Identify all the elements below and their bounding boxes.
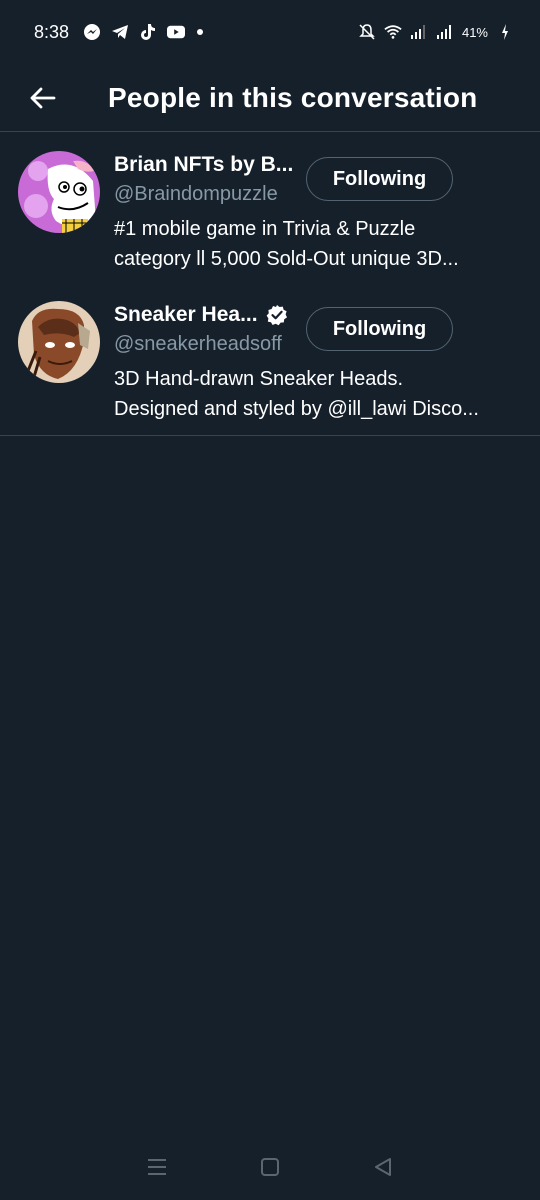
youtube-icon — [167, 23, 186, 41]
telegram-icon — [111, 23, 129, 41]
bio-line: category ll 5,000 Sold-Out unique 3D... — [114, 248, 459, 270]
user-list: Brian NFTs by B... @Braindompuzzle #1 mo… — [0, 133, 540, 436]
following-button[interactable]: Following — [306, 157, 453, 201]
user-bio: 3D Hand-drawn Sneaker Heads. Designed an… — [114, 364, 524, 424]
bio-line: Designed and styled by @ill_lawi Disco..… — [114, 398, 479, 420]
home-icon — [260, 1158, 279, 1176]
verified-badge-icon — [266, 304, 288, 326]
user-handle: @Braindompuzzle — [114, 183, 278, 205]
user-bio: #1 mobile game in Trivia & Puzzle catego… — [114, 214, 524, 274]
avatar[interactable] — [18, 151, 100, 233]
battery-charging-icon — [496, 23, 514, 41]
wifi-icon — [384, 23, 402, 41]
recents-button[interactable] — [137, 1147, 177, 1187]
header: People in this conversation — [0, 64, 540, 132]
back-nav-button[interactable] — [363, 1147, 403, 1187]
system-nav-bar — [0, 1134, 540, 1200]
mute-icon — [358, 23, 376, 41]
status-right: 41% — [358, 23, 514, 41]
status-time: 8:38 — [34, 21, 70, 42]
bio-line: 3D Hand-drawn Sneaker Heads. — [114, 368, 404, 390]
bio-line: #1 mobile game in Trivia & Puzzle — [114, 218, 416, 240]
user-row[interactable]: Brian NFTs by B... @Braindompuzzle #1 mo… — [0, 133, 540, 283]
messenger-icon — [83, 23, 101, 41]
signal-icon — [436, 23, 454, 41]
arrow-left-icon — [30, 87, 56, 108]
status-bar: 8:38 41% — [0, 0, 540, 64]
battery-percent: 41% — [461, 24, 488, 40]
back-button[interactable] — [14, 70, 70, 126]
display-name: Brian NFTs by B... — [114, 153, 294, 176]
display-name: Sneaker Hea... — [114, 303, 258, 326]
status-left: 8:38 — [34, 21, 204, 43]
avatar[interactable] — [18, 301, 100, 383]
home-button[interactable] — [250, 1147, 290, 1187]
signal-icon — [410, 23, 428, 41]
user-handle: @sneakerheadsoff — [114, 333, 282, 355]
recents-icon — [147, 1159, 166, 1175]
following-button[interactable]: Following — [306, 307, 453, 351]
screen: 8:38 41% People in this conversation Bri… — [0, 0, 540, 1200]
page-title: People in this conversation — [108, 81, 478, 113]
dot-icon — [197, 29, 204, 35]
back-triangle-icon — [375, 1158, 392, 1176]
tiktok-icon — [139, 23, 157, 41]
user-row[interactable]: Sneaker Hea... @sneakerheadsoff 3D Hand-… — [0, 283, 540, 436]
